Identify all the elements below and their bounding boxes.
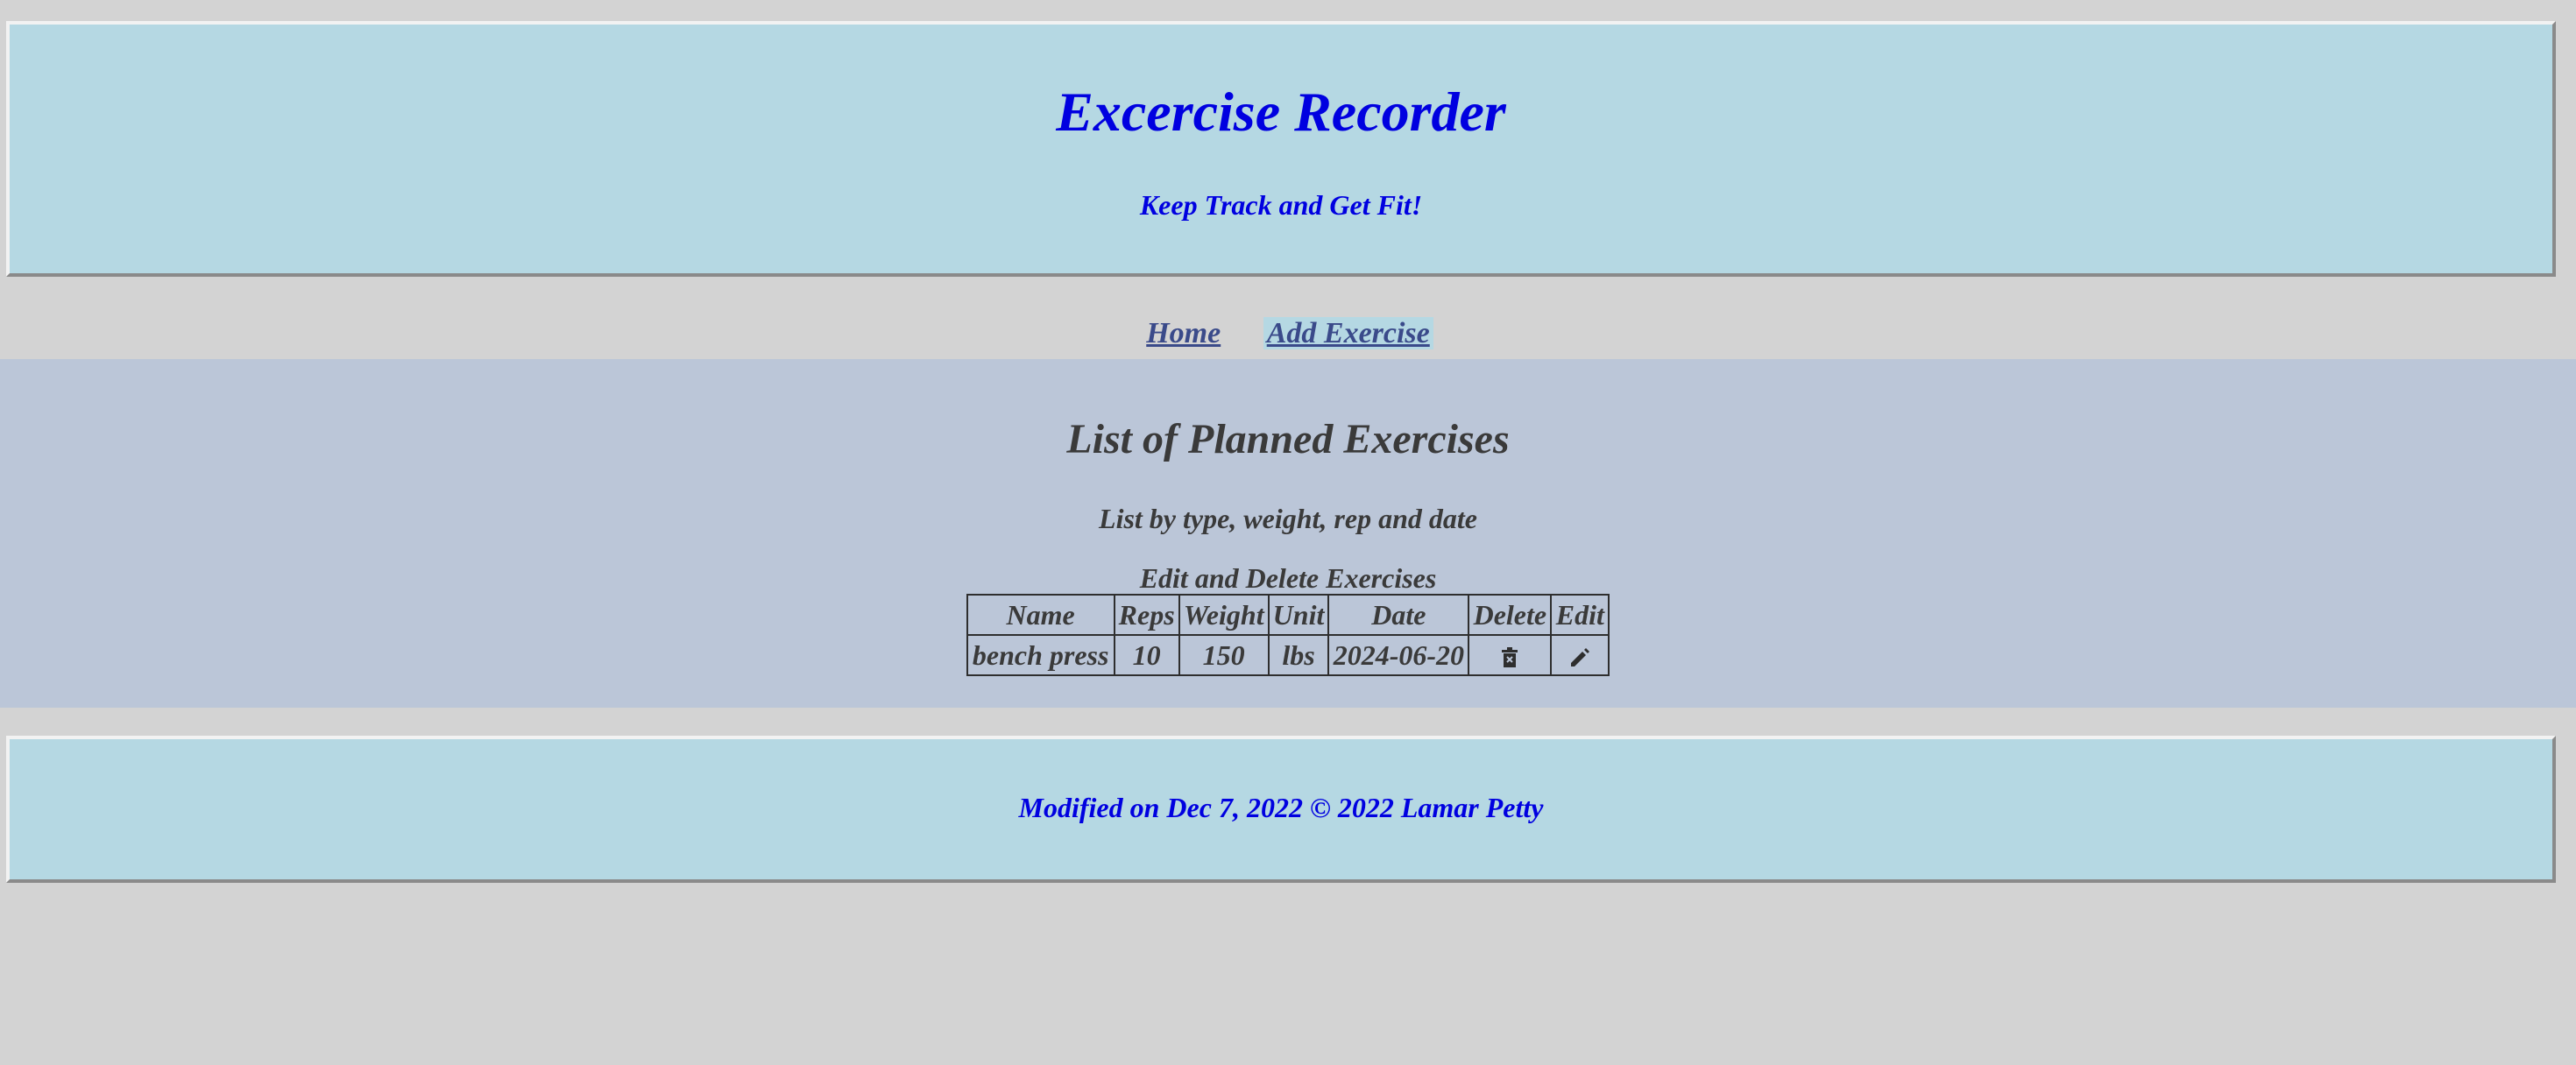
- column-header-unit: Unit: [1267, 594, 1330, 636]
- nav-link-add-exercise[interactable]: Add Exercise: [1263, 317, 1433, 349]
- cell-edit: [1550, 634, 1610, 676]
- main-nav: Home Add Exercise: [0, 317, 2576, 349]
- exercise-table-wrapper: Edit and Delete Exercises Name Reps Weig…: [0, 564, 2576, 676]
- site-footer: Modified on Dec 7, 2022 © 2022 Lamar Pet…: [6, 736, 2556, 883]
- footer-text: Modified on Dec 7, 2022 © 2022 Lamar Pet…: [1018, 792, 1544, 823]
- exercise-table: Name Reps Weight Unit Date Delete Edit b…: [966, 594, 1610, 676]
- column-header-date: Date: [1327, 594, 1470, 636]
- table-header-row: Name Reps Weight Unit Date Delete Edit: [966, 594, 1610, 636]
- trash-icon[interactable]: [1501, 647, 1518, 668]
- cell-date: 2024-06-20: [1327, 634, 1470, 676]
- cell-reps: 10: [1113, 634, 1180, 676]
- site-header: Excercise Recorder Keep Track and Get Fi…: [6, 21, 2556, 277]
- column-header-reps: Reps: [1113, 594, 1180, 636]
- column-header-name: Name: [966, 594, 1115, 636]
- column-header-edit: Edit: [1550, 594, 1610, 636]
- cell-weight: 150: [1178, 634, 1270, 676]
- cell-delete: [1468, 634, 1553, 676]
- pencil-icon[interactable]: [1568, 646, 1591, 669]
- site-tagline: Keep Track and Get Fit!: [1139, 189, 1423, 221]
- cell-name: bench press: [966, 634, 1115, 676]
- page-subtitle: List by type, weight, rep and date: [1099, 503, 1477, 534]
- column-header-delete: Delete: [1468, 594, 1553, 636]
- page-title: List of Planned Exercises: [1066, 416, 1510, 462]
- site-title: Excercise Recorder: [1056, 81, 1506, 143]
- main-content: List of Planned Exercises List by type, …: [0, 359, 2576, 708]
- column-header-weight: Weight: [1178, 594, 1270, 636]
- cell-unit: lbs: [1267, 634, 1330, 676]
- table-caption: Edit and Delete Exercises: [1139, 562, 1437, 594]
- table-row: bench press 10 150 lbs 2024-06-20: [966, 634, 1610, 676]
- page: Excercise Recorder Keep Track and Get Fi…: [0, 0, 2576, 1065]
- nav-link-home[interactable]: Home: [1143, 317, 1224, 349]
